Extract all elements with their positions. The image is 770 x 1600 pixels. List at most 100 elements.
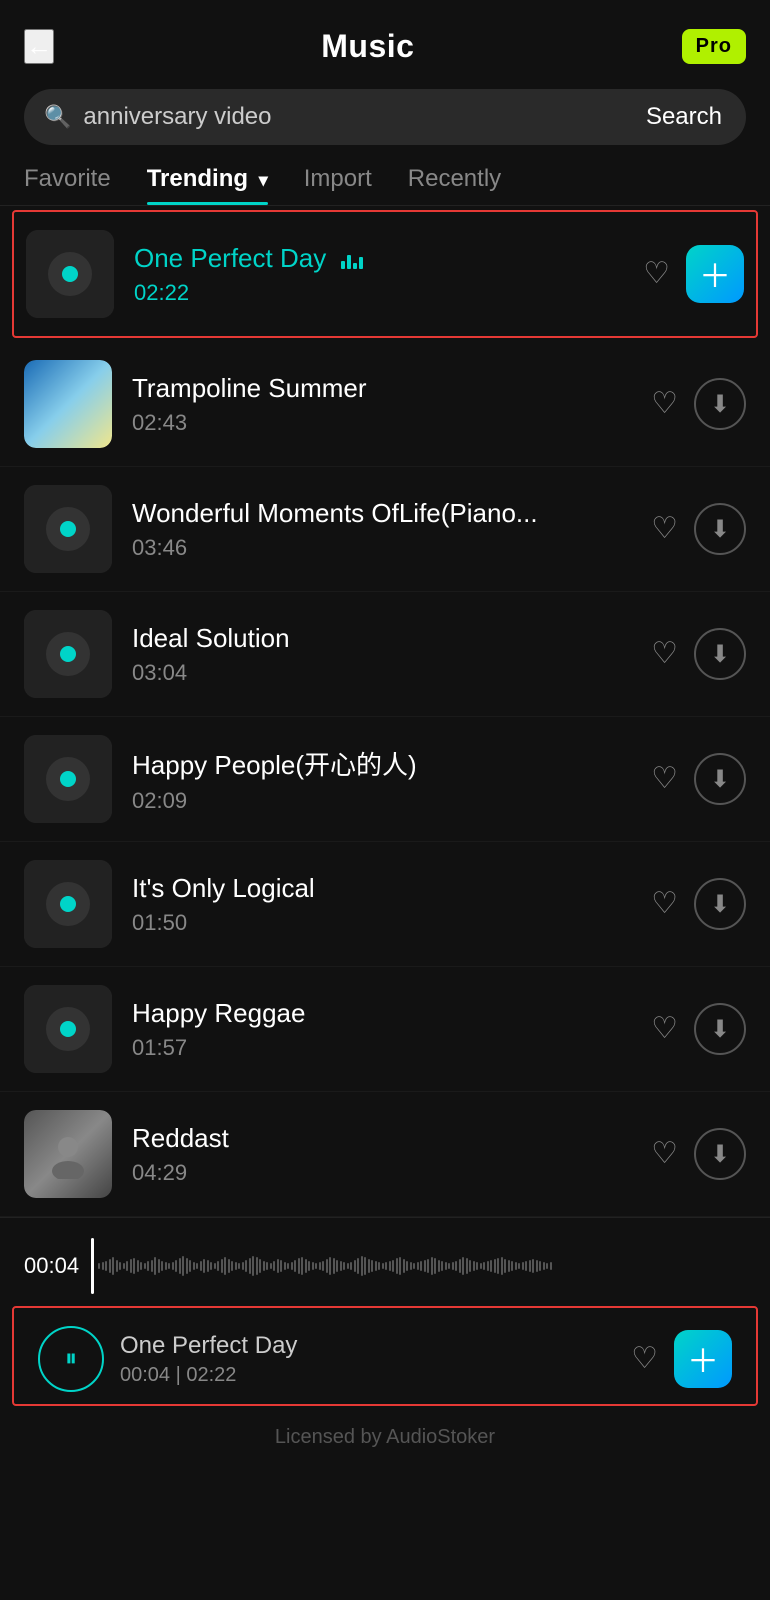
- waveform-dot: [186, 1258, 188, 1274]
- waveform-dot: [347, 1263, 349, 1269]
- waveform-dot: [210, 1262, 212, 1270]
- waveform-dot: [473, 1261, 475, 1271]
- waveform-dot: [378, 1262, 380, 1270]
- download-button[interactable]: ⬇: [694, 503, 746, 555]
- track-item[interactable]: Happy People(开心的人) 02:09 ♡ ⬇: [0, 717, 770, 842]
- waveform-bar[interactable]: [91, 1238, 746, 1294]
- track-list: One Perfect Day 02:22 ♡ ＋ Trampoline Sum…: [0, 210, 770, 1217]
- favorite-button[interactable]: ♡: [643, 259, 670, 289]
- add-button[interactable]: ＋: [686, 245, 744, 303]
- pause-button[interactable]: ⏸: [38, 1326, 104, 1392]
- download-button[interactable]: ⬇: [694, 878, 746, 930]
- tab-favorite[interactable]: Favorite: [24, 165, 111, 205]
- waveform-dot: [301, 1257, 303, 1275]
- now-playing-time: 00:04 | 02:22: [120, 1364, 615, 1387]
- waveform-dot: [98, 1263, 100, 1269]
- favorite-button[interactable]: ♡: [651, 764, 678, 794]
- track-title: Trampoline Summer: [132, 373, 651, 404]
- download-button[interactable]: ⬇: [694, 1003, 746, 1055]
- waveform-dot: [364, 1257, 366, 1275]
- favorite-button[interactable]: ♡: [651, 389, 678, 419]
- waveform-section: 00:04: [0, 1217, 770, 1306]
- favorite-button[interactable]: ♡: [651, 514, 678, 544]
- waveform-dot: [371, 1260, 373, 1272]
- waveform-dot: [322, 1261, 324, 1271]
- waveform-dot: [172, 1262, 174, 1270]
- track-thumbnail: [24, 485, 112, 573]
- waveform-dot: [385, 1262, 387, 1270]
- track-actions: ♡ ⬇: [651, 753, 746, 805]
- waveform-dot: [508, 1260, 510, 1272]
- track-title: Happy Reggae: [132, 998, 651, 1029]
- waveform-dot: [224, 1257, 226, 1275]
- track-duration: 02:22: [134, 280, 643, 306]
- waveform-dot: [497, 1258, 499, 1274]
- now-playing-bar: ⏸ One Perfect Day 00:04 | 02:22 ♡ ＋: [12, 1306, 758, 1406]
- now-playing-add-button[interactable]: ＋: [674, 1330, 732, 1388]
- track-duration: 01:50: [132, 910, 651, 936]
- waveform-dot: [256, 1257, 258, 1275]
- waveform-dot: [455, 1261, 457, 1271]
- waveform-dot: [396, 1258, 398, 1274]
- search-input[interactable]: anniversary video: [83, 103, 642, 131]
- back-button[interactable]: ←: [24, 29, 54, 64]
- waveform-dot: [305, 1259, 307, 1273]
- track-item[interactable]: It's Only Logical 01:50 ♡ ⬇: [0, 842, 770, 967]
- track-item[interactable]: Ideal Solution 03:04 ♡ ⬇: [0, 592, 770, 717]
- waveform-dot: [441, 1261, 443, 1271]
- waveform-dot: [200, 1261, 202, 1271]
- waveform-dot: [490, 1260, 492, 1272]
- track-duration: 01:57: [132, 1035, 651, 1061]
- track-duration: 04:29: [132, 1160, 651, 1186]
- waveform-dot: [277, 1259, 279, 1273]
- waveform-dot: [137, 1260, 139, 1272]
- waveform-dot: [326, 1259, 328, 1273]
- waveform-dot: [469, 1260, 471, 1272]
- track-item[interactable]: One Perfect Day 02:22 ♡ ＋: [12, 210, 758, 338]
- waveform-dot: [259, 1259, 261, 1273]
- waveform-dot: [193, 1262, 195, 1270]
- tab-import[interactable]: Import: [304, 165, 372, 205]
- favorite-button[interactable]: ♡: [651, 1139, 678, 1169]
- track-item[interactable]: Happy Reggae 01:57 ♡ ⬇: [0, 967, 770, 1092]
- download-button[interactable]: ⬇: [694, 1128, 746, 1180]
- download-button[interactable]: ⬇: [694, 378, 746, 430]
- favorite-button[interactable]: ♡: [651, 889, 678, 919]
- page-title: Music: [321, 28, 414, 65]
- waveform-dot: [329, 1257, 331, 1275]
- vinyl-thumb: [24, 735, 112, 823]
- waveform-dot: [207, 1260, 209, 1272]
- waveform-dot: [126, 1261, 128, 1271]
- waveform-dot: [203, 1259, 205, 1273]
- waveform-dot: [392, 1260, 394, 1272]
- waveform-dot: [242, 1262, 244, 1270]
- waveform-dot: [354, 1260, 356, 1272]
- track-actions: ♡ ⬇: [651, 878, 746, 930]
- waveform-dot: [168, 1263, 170, 1269]
- track-thumbnail: [24, 985, 112, 1073]
- waveform-dot: [518, 1263, 520, 1269]
- search-button[interactable]: Search: [642, 103, 726, 131]
- favorite-button[interactable]: ♡: [651, 1014, 678, 1044]
- track-item[interactable]: Reddast 04:29 ♡ ⬇: [0, 1092, 770, 1217]
- download-button[interactable]: ⬇: [694, 628, 746, 680]
- waveform-dot: [133, 1258, 135, 1274]
- waveform-dot: [165, 1262, 167, 1270]
- waveform-dot: [235, 1262, 237, 1270]
- waveform-dot: [130, 1259, 132, 1273]
- waveform-dot: [424, 1260, 426, 1272]
- waveform-dot: [147, 1261, 149, 1271]
- waveform-dot: [284, 1262, 286, 1270]
- favorite-button[interactable]: ♡: [651, 639, 678, 669]
- now-playing-favorite-button[interactable]: ♡: [631, 1344, 658, 1374]
- tab-recently[interactable]: Recently: [408, 165, 501, 205]
- track-item[interactable]: Wonderful Moments OfLife(Piano... 03:46 …: [0, 467, 770, 592]
- track-duration: 03:46: [132, 535, 651, 561]
- tab-trending[interactable]: Trending ▾: [147, 165, 268, 205]
- track-thumbnail: [24, 735, 112, 823]
- download-button[interactable]: ⬇: [694, 753, 746, 805]
- track-info: Happy People(开心的人) 02:09: [132, 745, 651, 814]
- waveform-dot: [280, 1260, 282, 1272]
- track-item[interactable]: Trampoline Summer 02:43 ♡ ⬇: [0, 342, 770, 467]
- waveform-dot: [175, 1260, 177, 1272]
